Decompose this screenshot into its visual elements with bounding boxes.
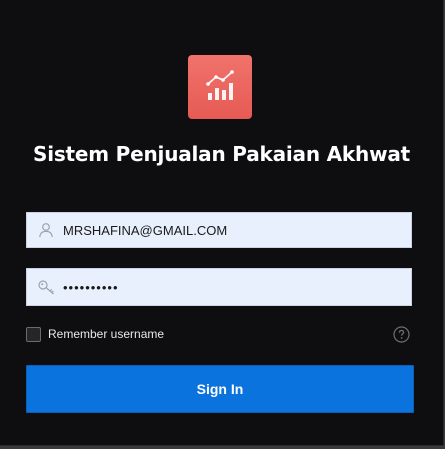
chart-trend-icon bbox=[206, 70, 234, 100]
password-input[interactable]: •••••••••• bbox=[63, 269, 403, 307]
page-title: Sistem Penjualan Pakaian Akhwat bbox=[32, 142, 410, 166]
app-logo bbox=[188, 55, 252, 119]
help-icon[interactable] bbox=[393, 326, 410, 343]
remember-label[interactable]: Remember username bbox=[48, 327, 164, 341]
password-field[interactable]: •••••••••• bbox=[26, 268, 412, 306]
username-field[interactable]: MRSHAFINA@GMAIL.COM bbox=[26, 212, 412, 248]
login-window: Sistem Penjualan Pakaian Akhwat MRSHAFIN… bbox=[0, 0, 444, 446]
remember-checkbox[interactable] bbox=[26, 327, 41, 342]
username-input[interactable]: MRSHAFINA@GMAIL.COM bbox=[63, 213, 403, 249]
sign-in-button[interactable]: Sign In bbox=[26, 365, 414, 413]
user-icon bbox=[39, 223, 53, 238]
key-icon bbox=[38, 280, 54, 295]
